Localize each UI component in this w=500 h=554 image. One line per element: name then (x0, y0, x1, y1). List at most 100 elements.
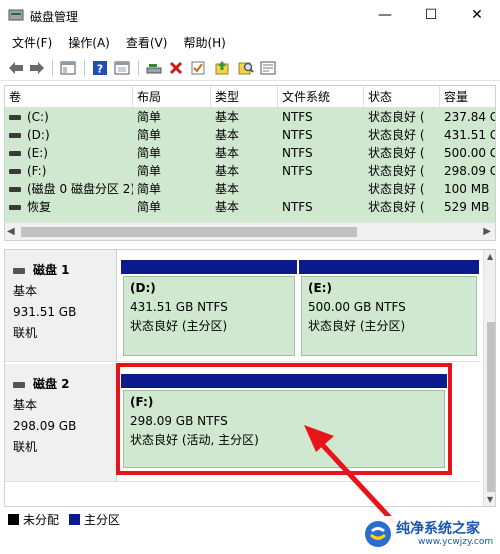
legend-swatch (8, 513, 19, 525)
filesystem-cell: NTFS (282, 128, 313, 142)
volume-cell: (F:) (5, 162, 133, 180)
capacity-cell: 529 MB (444, 200, 490, 214)
column-filesystem[interactable]: 文件系统 (278, 86, 364, 108)
menu-help[interactable]: 帮助(H) (177, 33, 231, 53)
status-cell: 状态良好 ( (368, 128, 425, 142)
status-cell: 状态良好 ( (368, 200, 425, 214)
type-cell: 基本 (215, 110, 240, 124)
disk-info[interactable]: 磁盘 1 基本 931.51 GB 联机 (5, 250, 117, 361)
type-cell: 基本 (215, 182, 240, 196)
table-row[interactable]: 恢复 简单 基本 NTFS 状态良好 ( 529 MB (5, 198, 495, 216)
partition-header-bar (299, 260, 479, 274)
scroll-right-icon[interactable]: ▶ (483, 226, 491, 237)
disk-panel: 磁盘 1 基本 931.51 GB 联机 (D:) 431.51 GB NTFS… (5, 250, 481, 362)
forward-icon[interactable] (27, 58, 47, 78)
toolbar: ? (0, 55, 500, 81)
highlight-box (116, 363, 452, 475)
close-button[interactable]: ✕ (454, 0, 500, 30)
layout-cell: 简单 (137, 146, 162, 160)
watermark-logo-icon (365, 521, 391, 547)
partition-status: 状态良好 (主分区) (308, 319, 406, 333)
capacity-cell: 298.09 G (444, 164, 496, 178)
watermark-text: 纯净系统之家 (396, 521, 480, 537)
scroll-up-icon[interactable]: ▲ (487, 252, 493, 261)
menu-view[interactable]: 查看(V) (120, 33, 174, 53)
scroll-down-icon[interactable]: ▼ (487, 495, 493, 504)
help-icon[interactable]: ? (90, 58, 110, 78)
volume-cell: (磁盘 0 磁盘分区 2) (5, 180, 133, 198)
vertical-scroll-thumb[interactable] (487, 322, 495, 492)
type-cell: 基本 (215, 200, 240, 214)
back-icon[interactable] (6, 58, 26, 78)
disk-state: 联机 (13, 326, 38, 340)
disk-icon (13, 381, 25, 388)
import-icon[interactable] (212, 58, 232, 78)
disk-info[interactable]: 磁盘 2 基本 298.09 GB 联机 (5, 364, 117, 481)
disk-kind: 基本 (13, 284, 38, 298)
table-row[interactable]: (E:) 简单 基本 NTFS 状态良好 ( 500.00 G (5, 144, 495, 162)
partition[interactable]: (D:) 431.51 GB NTFS 状态良好 (主分区) (121, 260, 297, 358)
volume-list-header: 卷 布局 类型 文件系统 状态 容量 (5, 86, 495, 108)
status-cell: 状态良好 ( (368, 164, 425, 178)
layout-cell: 简单 (137, 110, 162, 124)
volume-icon (9, 187, 21, 192)
menu-action[interactable]: 操作(A) (62, 33, 116, 53)
svg-text:?: ? (97, 63, 103, 76)
filesystem-cell: NTFS (282, 200, 313, 214)
status-cell: 状态良好 ( (368, 110, 425, 124)
status-cell: 状态良好 ( (368, 182, 425, 196)
filesystem-cell: NTFS (282, 110, 313, 124)
table-row[interactable]: (C:) 简单 基本 NTFS 状态良好 ( 237.84 G (5, 108, 495, 126)
disk-size: 298.09 GB (13, 419, 77, 433)
partition-size: 431.51 GB NTFS (130, 300, 228, 314)
vertical-scrollbar[interactable]: ▲ ▼ (483, 250, 495, 506)
toolbar-separator (138, 60, 139, 76)
details-icon[interactable] (258, 58, 278, 78)
horizontal-scrollbar[interactable]: ◀ ▶ (5, 222, 495, 240)
layout-cell: 简单 (137, 182, 162, 196)
legend-swatch (69, 513, 81, 525)
disk-kind: 基本 (13, 398, 38, 412)
table-row[interactable]: (F:) 简单 基本 NTFS 状态良好 ( 298.09 G (5, 162, 496, 180)
partition-status: 状态良好 (主分区) (130, 319, 228, 333)
column-status[interactable]: 状态 (364, 86, 440, 108)
connect-disk-icon[interactable] (144, 58, 164, 78)
type-cell: 基本 (215, 164, 240, 178)
volume-icon (9, 151, 21, 156)
column-capacity[interactable]: 容量 (440, 86, 495, 108)
disk-name: 磁盘 1 (13, 260, 116, 281)
properties-icon[interactable] (112, 58, 132, 78)
maximize-button[interactable]: ☐ (408, 0, 454, 30)
legend-item-unallocated: 未分配 (8, 511, 59, 528)
show-hide-console-icon[interactable] (58, 58, 78, 78)
capacity-cell: 431.51 G (444, 128, 496, 142)
minimize-button[interactable]: — (362, 0, 408, 30)
partition-header-bar (121, 260, 297, 274)
scroll-left-icon[interactable]: ◀ (7, 226, 15, 237)
volume-cell: (E:) (5, 144, 133, 162)
toolbar-separator (52, 60, 53, 76)
table-row[interactable]: (磁盘 0 磁盘分区 2) 简单 基本 状态良好 ( 100 MB (5, 180, 495, 198)
column-type[interactable]: 类型 (211, 86, 278, 108)
search-icon[interactable] (236, 58, 256, 78)
layout-cell: 简单 (137, 164, 162, 178)
check-icon[interactable] (188, 58, 208, 78)
menu-file[interactable]: 文件(F) (6, 33, 58, 53)
filesystem-cell: NTFS (282, 164, 313, 178)
disk-management-icon (8, 9, 24, 21)
horizontal-scroll-thumb[interactable] (21, 227, 357, 237)
column-volume[interactable]: 卷 (5, 86, 133, 108)
volume-cell: 恢复 (5, 198, 133, 216)
volume-cell: (D:) (5, 126, 133, 144)
column-layout[interactable]: 布局 (133, 86, 211, 108)
toolbar-separator (84, 60, 85, 76)
status-cell: 状态良好 ( (368, 146, 425, 160)
watermark-url: www.ycwjzy.com (418, 537, 494, 547)
delete-icon[interactable] (166, 58, 186, 78)
window-title: 磁盘管理 (30, 10, 79, 24)
title-bar: 磁盘管理 — ☐ ✕ (0, 0, 500, 32)
table-row[interactable]: (D:) 简单 基本 NTFS 状态良好 ( 431.51 G (5, 126, 496, 144)
partition[interactable]: (E:) 500.00 GB NTFS 状态良好 (主分区) (299, 260, 479, 358)
volume-cell: (C:) (5, 108, 133, 126)
disk-name: 磁盘 2 (13, 374, 116, 395)
